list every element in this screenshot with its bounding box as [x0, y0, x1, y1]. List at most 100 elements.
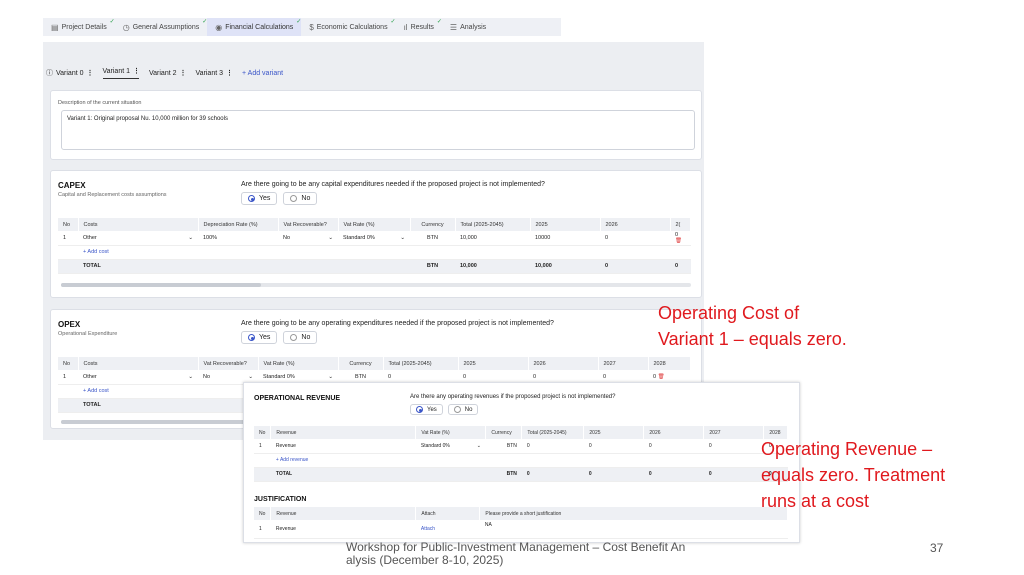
col-header: 2025 [583, 426, 645, 439]
clock-icon: ◷ [122, 22, 130, 32]
col-header: 2027 [703, 426, 765, 439]
col-header: Currency [338, 357, 384, 370]
more-icon[interactable]: ⋮ [133, 67, 140, 75]
opex-title: OPEX [58, 320, 81, 329]
tab-general-assumptions[interactable]: ◷ General Assumptions ✓ [115, 18, 208, 36]
revenue-question: Are there any operating revenues if the … [410, 394, 616, 400]
col-header: 2027 [598, 357, 649, 370]
revenue-annotation: Operating Revenue – equals zero. Treatme… [761, 439, 946, 511]
col-header: Revenue [270, 426, 417, 439]
variant-tab-1[interactable]: Variant 1 ⋮ [102, 67, 140, 79]
description-card: Description of the current situation Var… [50, 90, 702, 160]
cost-select[interactable]: Other ⌄ [78, 370, 198, 385]
col-header: No [254, 507, 272, 520]
sliders-icon: ☰ [449, 22, 458, 32]
add-revenue-button[interactable]: + Add revenue [270, 453, 416, 468]
vat-recoverable-select[interactable]: No ⌄ [278, 231, 338, 246]
revenue-table: No Revenue Vat Rate (%) Currency Total (… [254, 426, 788, 482]
trash-icon[interactable]: 🗑 [675, 238, 682, 244]
justification-table: No Revenue Attach Please provide a short… [254, 507, 788, 539]
add-cost-button[interactable]: + Add cost [78, 245, 198, 260]
col-header: Vat Rate (%) [415, 426, 487, 439]
revenue-yes-radio[interactable]: Yes [410, 404, 443, 415]
table-row: 1 Revenue Standard 0% ⌄ BTN 0 0 0 0 0 [254, 439, 788, 454]
year-input[interactable]: 0 [643, 439, 704, 454]
col-header: 2025 [530, 218, 601, 231]
depreciation-input[interactable]: 100% [198, 231, 278, 246]
chevron-down-icon: ⌄ [328, 234, 333, 241]
col-header: 2026 [643, 426, 705, 439]
col-header: 2026 [600, 218, 671, 231]
cost-select[interactable]: Other ⌄ [78, 231, 198, 246]
trash-icon[interactable]: 🗑 [658, 374, 665, 380]
description-textarea[interactable]: Variant 1: Original proposal Nu. 10,000 … [61, 110, 695, 150]
year-input[interactable]: 0 [600, 231, 670, 246]
col-header: Please provide a short justification [479, 507, 788, 520]
slide-footer: Workshop for Public-Investment Managemen… [346, 540, 686, 567]
tab-results[interactable]: ıl Results ✓ [396, 18, 442, 36]
vat-rate-select[interactable]: Standard 0% ⌄ [338, 231, 410, 246]
chevron-down-icon: ⌄ [476, 442, 481, 449]
chevron-down-icon: ⌄ [400, 234, 405, 241]
opex-no-radio[interactable]: No [283, 331, 318, 344]
capex-subtitle: Capital and Replacement costs assumption… [58, 192, 167, 198]
variant-tab-3[interactable]: Variant 3 ⋮ [196, 69, 234, 78]
document-icon: ▤ [51, 22, 59, 32]
target-icon: ◉ [215, 22, 223, 32]
col-header: Total (2025-2045) [521, 426, 585, 439]
capex-yes-radio[interactable]: Yes [241, 192, 278, 205]
variant-tab-0[interactable]: ⓘ Variant 0 ⋮ [46, 68, 94, 78]
col-header: Vat Recoverable? [278, 218, 339, 231]
add-cost-button[interactable]: + Add cost [78, 384, 198, 399]
col-header: Total (2025-2045) [383, 357, 459, 370]
horizontal-scrollbar[interactable] [61, 283, 691, 287]
add-variant-button[interactable]: + Add variant [242, 70, 283, 77]
tab-economic-calculations[interactable]: $ Economic Calculations ✓ [301, 18, 395, 36]
col-header: No [58, 357, 79, 370]
col-header: 2026 [528, 357, 599, 370]
col-header: Depreciation Rate (%) [198, 218, 279, 231]
col-header: Attach [415, 507, 481, 520]
col-header: No [58, 218, 79, 231]
total-row: TOTAL BTN 0 0 0 0 0 [254, 467, 788, 482]
tab-financial-calculations[interactable]: ◉ Financial Calculations ✓ [207, 18, 302, 36]
col-header: Total (2025-2045) [455, 218, 531, 231]
chevron-down-icon: ⌄ [188, 373, 193, 380]
year-input[interactable]: 10000 [530, 231, 600, 246]
revenue-overlay: OPERATIONAL REVENUE Are there any operat… [243, 382, 800, 543]
revenue-no-radio[interactable]: No [447, 404, 479, 415]
variant-tab-2[interactable]: Variant 2 ⋮ [149, 69, 187, 78]
revenue-title: OPERATIONAL REVENUE [254, 395, 341, 402]
table-row: 1 Revenue Attach NA [254, 520, 788, 539]
tab-project-details[interactable]: ▤ Project Details ✓ [43, 18, 115, 36]
variant-selector: ⓘ Variant 0 ⋮ Variant 1 ⋮ Variant 2 ⋮ Varian… [46, 67, 283, 79]
year-input[interactable]: 0 [703, 439, 764, 454]
more-icon[interactable]: ⋮ [87, 69, 94, 77]
col-header: 2028 [648, 357, 691, 370]
col-header: Revenue [270, 507, 417, 520]
bar-chart-icon: ıl [403, 22, 408, 32]
chevron-down-icon: ⌄ [328, 373, 333, 380]
col-header: 2025 [458, 357, 529, 370]
justification-input[interactable]: NA [479, 520, 788, 539]
total-row: TOTAL BTN 10,000 10,000 0 0 [58, 259, 691, 274]
more-icon[interactable]: ⋮ [226, 69, 233, 77]
vat-rate-select[interactable]: Standard 0% ⌄ [415, 439, 486, 454]
col-header: Vat Rate (%) [258, 357, 339, 370]
attach-link[interactable]: Attach [415, 520, 480, 539]
tab-analysis[interactable]: ☰ Analysis [442, 18, 494, 36]
col-header: Vat Recoverable? [198, 357, 259, 370]
col-header: Costs [78, 218, 199, 231]
revenue-name-input[interactable]: Revenue [270, 439, 416, 454]
more-icon[interactable]: ⋮ [180, 69, 187, 77]
col-header: No [254, 426, 272, 439]
info-icon: ⓘ [46, 70, 53, 77]
opex-yes-radio[interactable]: Yes [241, 331, 278, 344]
capex-no-radio[interactable]: No [283, 192, 318, 205]
justification-title: JUSTIFICATION [254, 496, 307, 503]
year-input[interactable]: 0 [583, 439, 644, 454]
capex-card: CAPEX Capital and Replacement costs assu… [50, 170, 702, 298]
page-number: 37 [930, 541, 944, 555]
capex-title: CAPEX [58, 181, 86, 190]
chevron-down-icon: ⌄ [248, 373, 253, 380]
